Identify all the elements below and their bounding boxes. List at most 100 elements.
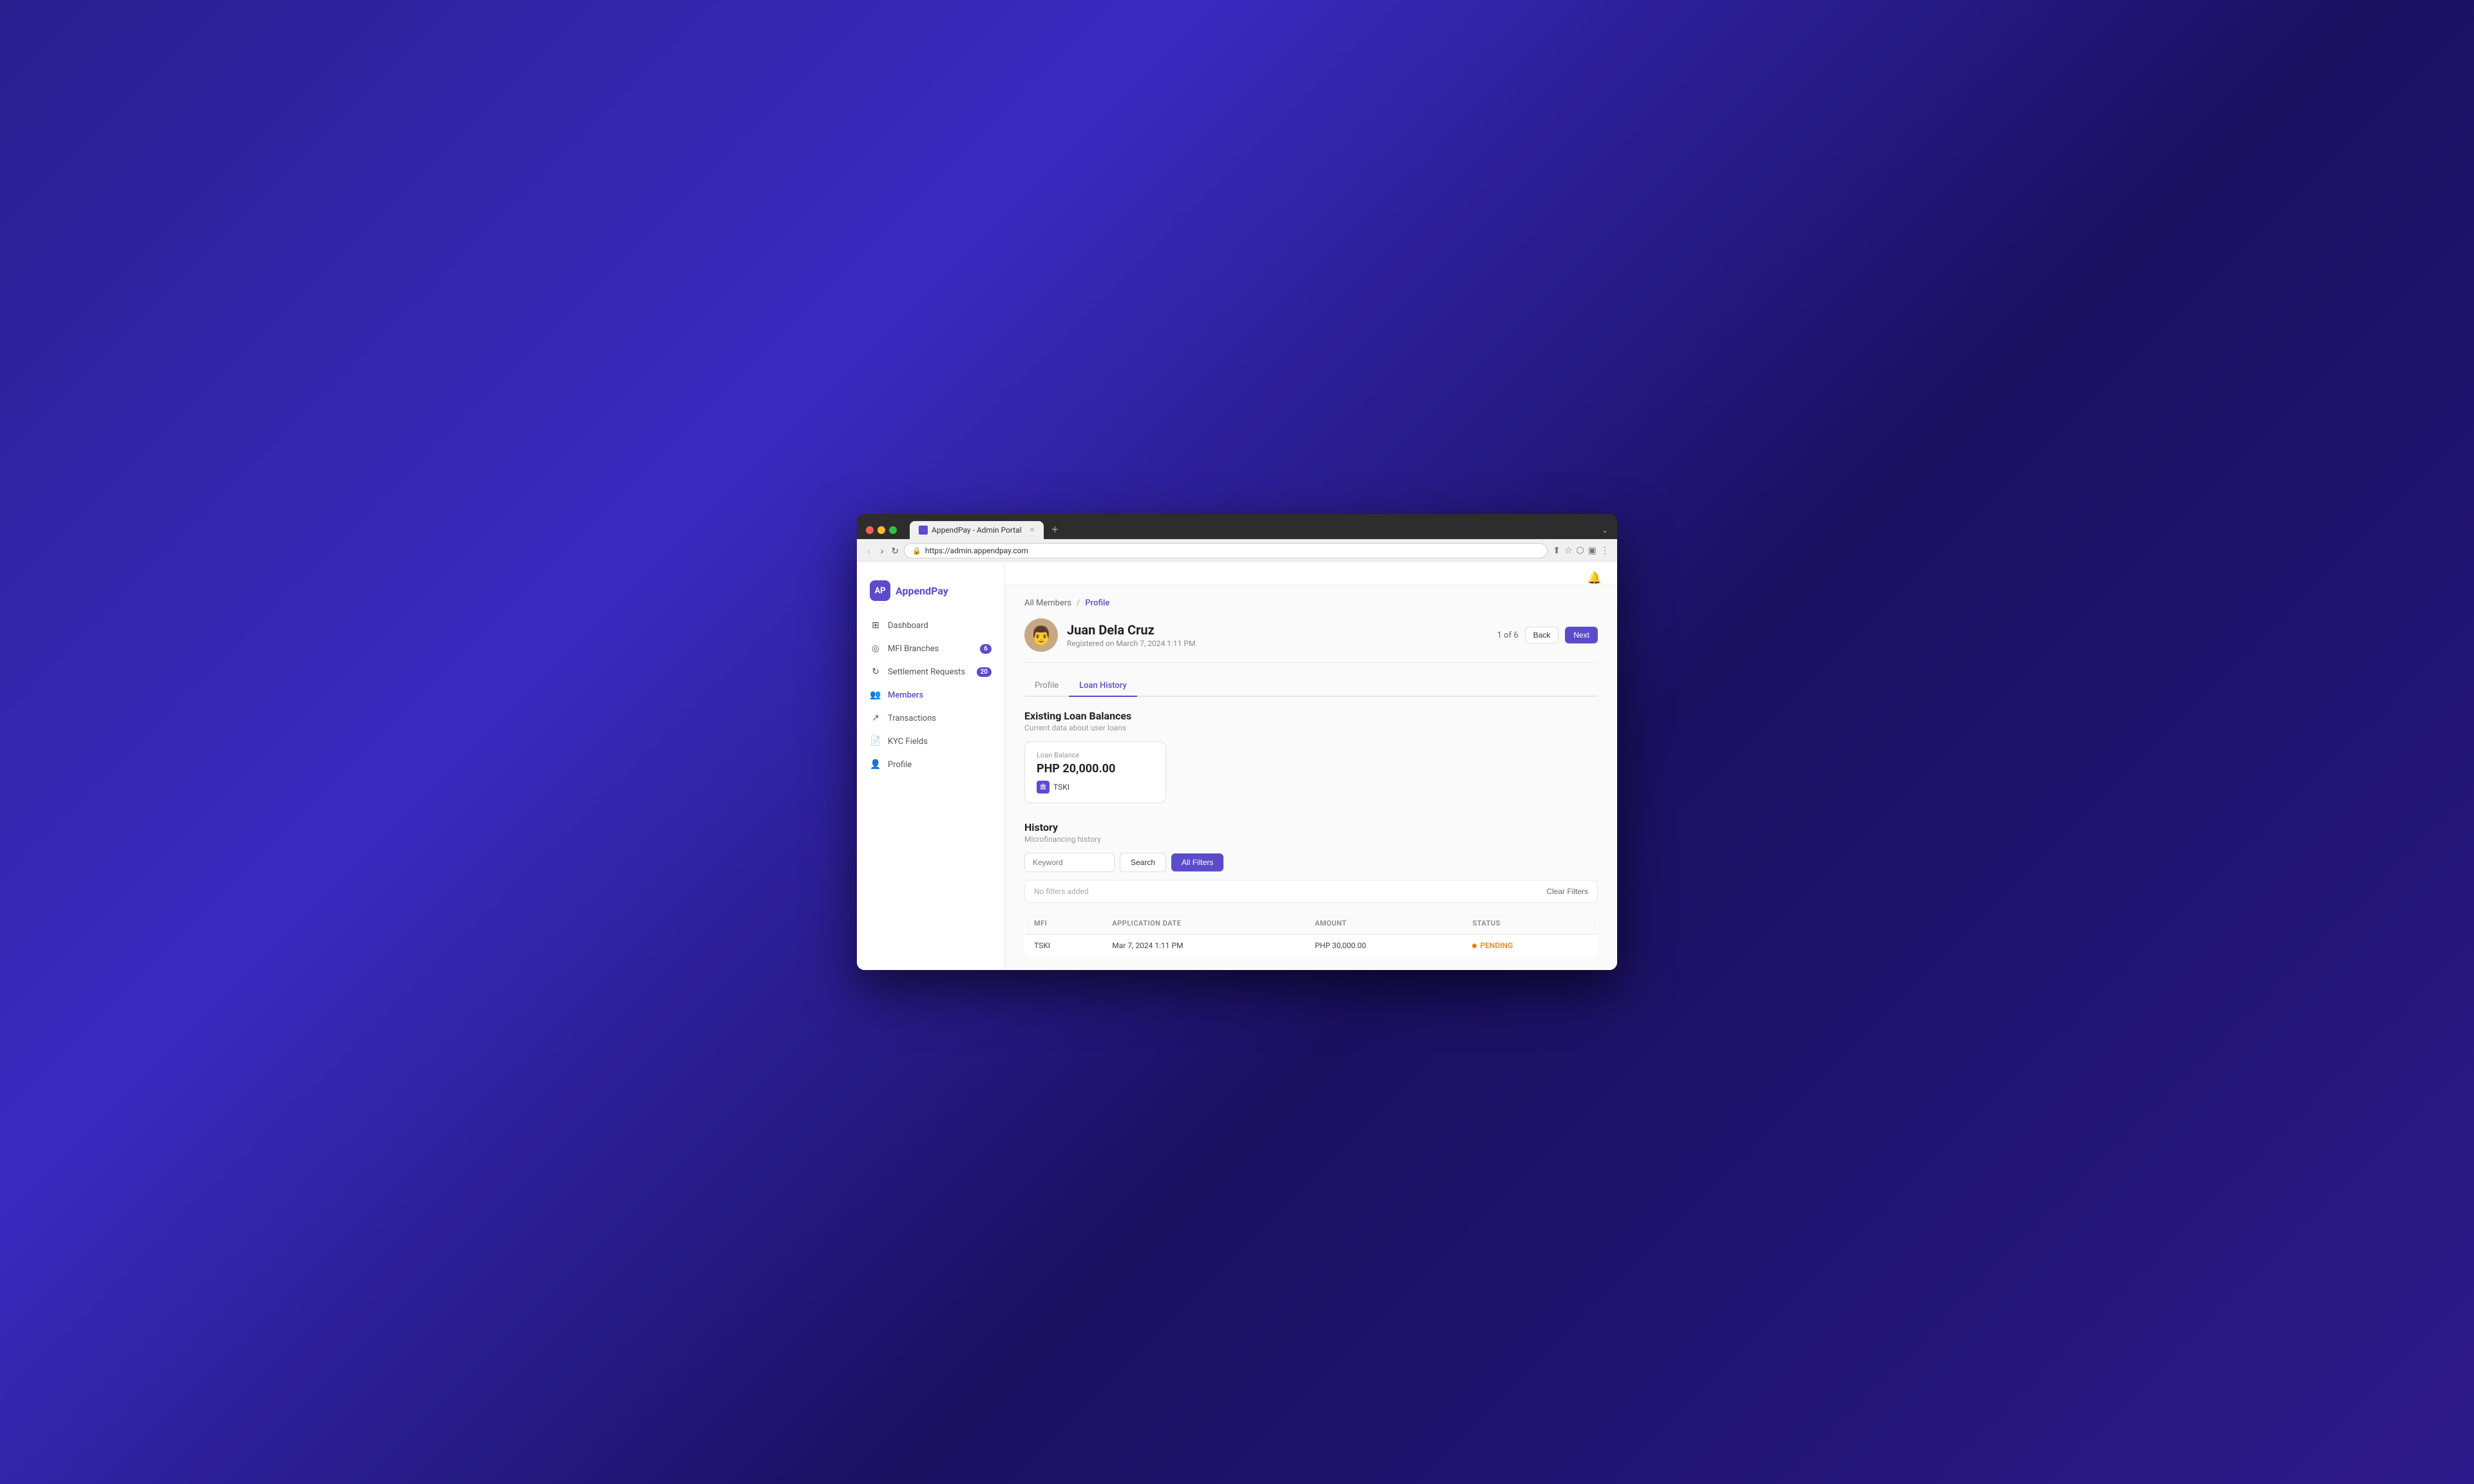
avatar: 👨: [1024, 618, 1058, 652]
kyc-icon: 📄: [870, 736, 881, 747]
forward-nav-button[interactable]: ›: [878, 544, 887, 557]
logo-icon: AP: [870, 580, 890, 601]
loan-balances-section: Existing Loan Balances Current data abou…: [1024, 710, 1598, 803]
new-tab-button[interactable]: +: [1046, 520, 1064, 539]
sidebar-item-mfi-branches-label: MFI Branches: [888, 644, 939, 654]
toolbar-icons: ⬆ ☆ ⬡ ▣ ⋮: [1553, 546, 1609, 556]
back-nav-button[interactable]: ‹: [865, 544, 873, 557]
tabs-bar: Profile Loan History: [1024, 676, 1598, 697]
address-bar[interactable]: 🔒 https://admin.appendpay.com: [904, 543, 1548, 558]
window-controls: ⌄: [1602, 526, 1608, 535]
menu-icon[interactable]: ⋮: [1600, 546, 1609, 556]
app-container: AP AppendPay ⊞ Dashboard ◎ MFI Branches …: [857, 562, 1617, 970]
history-subtitle: Microfinancing history: [1024, 835, 1598, 844]
card-org: 🏛 TSKI: [1037, 781, 1154, 794]
table-body: TSKI Mar 7, 2024 1:11 PM PHP 30,000.00 P…: [1025, 935, 1598, 957]
cell-amount: PHP 30,000.00: [1306, 935, 1464, 957]
share-icon[interactable]: ⬆: [1553, 546, 1560, 556]
profile-icon: 👤: [870, 759, 881, 770]
breadcrumb-parent[interactable]: All Members: [1024, 598, 1071, 608]
breadcrumb-current: Profile: [1085, 598, 1109, 608]
profile-back-button[interactable]: Back: [1525, 627, 1559, 643]
breadcrumb: All Members / Profile: [1024, 598, 1598, 608]
traffic-lights: [866, 526, 897, 534]
card-amount: PHP 20,000.00: [1037, 762, 1154, 775]
table-header: MFI APPLICATION DATE AMOUNT STATUS: [1025, 913, 1598, 935]
tab-loan-history[interactable]: Loan History: [1069, 676, 1137, 697]
mfi-branches-badge: 6: [980, 644, 992, 654]
loan-balance-card: Loan Balance PHP 20,000.00 🏛 TSKI: [1024, 741, 1166, 803]
status-badge: PENDING: [1472, 941, 1588, 950]
filter-bar-empty-text: No filters added: [1034, 887, 1089, 896]
loan-balances-title: Existing Loan Balances: [1024, 710, 1598, 722]
all-filters-button[interactable]: All Filters: [1171, 853, 1223, 871]
loan-balances-subtitle: Current data about user loans: [1024, 723, 1598, 732]
search-row: Search All Filters: [1024, 853, 1598, 872]
profile-registered-date: Registered on March 7, 2024 1:11 PM: [1067, 639, 1497, 648]
profile-pagination-count: 1 of 6: [1497, 631, 1519, 640]
browser-toolbar: ‹ › ↻ 🔒 https://admin.appendpay.com ⬆ ☆ …: [857, 539, 1617, 562]
bookmark-icon[interactable]: ☆: [1564, 546, 1573, 556]
status-text: PENDING: [1480, 941, 1513, 950]
history-section: History Microfinancing history Search Al…: [1024, 821, 1598, 957]
clear-filters-button[interactable]: Clear Filters: [1546, 887, 1588, 896]
lock-icon: 🔒: [912, 547, 921, 555]
sidebar-item-mfi-branches[interactable]: ◎ MFI Branches 6: [857, 637, 1004, 660]
split-view-icon[interactable]: ▣: [1588, 546, 1597, 556]
cell-status: PENDING: [1463, 935, 1597, 957]
tab-bar: AppendPay - Admin Portal ✕ +: [910, 520, 1595, 539]
sidebar-item-members[interactable]: 👥 Members: [857, 683, 1004, 707]
main-topbar: 🔔: [1005, 562, 1617, 585]
col-application-date: APPLICATION DATE: [1103, 913, 1306, 935]
history-table: MFI APPLICATION DATE AMOUNT STATUS TSKI …: [1024, 912, 1598, 957]
tab-profile[interactable]: Profile: [1024, 676, 1069, 697]
tab-title: AppendPay - Admin Portal: [932, 526, 1022, 535]
search-button[interactable]: Search: [1120, 853, 1166, 872]
sidebar-item-settlement-label: Settlement Requests: [888, 667, 965, 677]
logo-area: AP AppendPay: [857, 575, 1004, 614]
sidebar-item-settlement-requests[interactable]: ↻ Settlement Requests 20: [857, 660, 1004, 683]
settlement-icon: ↻: [870, 667, 881, 677]
card-label: Loan Balance: [1037, 751, 1154, 759]
filter-bar: No filters added Clear Filters: [1024, 880, 1598, 903]
sidebar-item-dashboard-label: Dashboard: [888, 621, 928, 631]
profile-info: Juan Dela Cruz Registered on March 7, 20…: [1067, 622, 1497, 648]
breadcrumb-separator: /: [1077, 598, 1080, 608]
url-text: https://admin.appendpay.com: [925, 546, 1028, 555]
close-button[interactable]: [866, 526, 874, 534]
sidebar-item-dashboard[interactable]: ⊞ Dashboard: [857, 614, 1004, 637]
main-wrapper: 🔔 All Members / Profile 👨 Juan Dela Cruz: [1005, 562, 1617, 970]
mfi-branches-icon: ◎: [870, 643, 881, 654]
notification-bell-icon[interactable]: 🔔: [1587, 571, 1602, 585]
sidebar-item-transactions-label: Transactions: [888, 714, 936, 723]
sidebar: AP AppendPay ⊞ Dashboard ◎ MFI Branches …: [857, 562, 1005, 970]
tab-favicon: [919, 526, 928, 535]
profile-next-button[interactable]: Next: [1565, 627, 1598, 643]
col-mfi: MFI: [1025, 913, 1104, 935]
minimize-button[interactable]: [877, 526, 885, 534]
reload-button[interactable]: ↻: [891, 546, 899, 556]
active-tab[interactable]: AppendPay - Admin Portal ✕: [910, 521, 1044, 539]
members-icon: 👥: [870, 690, 881, 700]
main-content: All Members / Profile 👨 Juan Dela Cruz R…: [1005, 585, 1617, 970]
org-icon: 🏛: [1037, 781, 1050, 794]
keyword-input[interactable]: [1024, 853, 1115, 872]
sidebar-item-members-label: Members: [888, 690, 923, 700]
fullscreen-button[interactable]: [889, 526, 897, 534]
sidebar-item-transactions[interactable]: ↗ Transactions: [857, 707, 1004, 730]
profile-navigation: 1 of 6 Back Next: [1497, 627, 1598, 643]
extensions-icon[interactable]: ⬡: [1577, 546, 1584, 556]
tab-close-icon[interactable]: ✕: [1030, 527, 1035, 534]
sidebar-item-profile-label: Profile: [888, 760, 912, 770]
sidebar-item-kyc-fields[interactable]: 📄 KYC Fields: [857, 730, 1004, 753]
table-row[interactable]: TSKI Mar 7, 2024 1:11 PM PHP 30,000.00 P…: [1025, 935, 1598, 957]
col-status: STATUS: [1463, 913, 1597, 935]
dashboard-icon: ⊞: [870, 620, 881, 631]
sidebar-item-profile[interactable]: 👤 Profile: [857, 753, 1004, 776]
transactions-icon: ↗: [870, 713, 881, 723]
browser-titlebar: AppendPay - Admin Portal ✕ + ⌄: [857, 514, 1617, 539]
cell-application-date: Mar 7, 2024 1:11 PM: [1103, 935, 1306, 957]
status-dot-icon: [1472, 944, 1477, 948]
org-name: TSKI: [1053, 783, 1069, 792]
profile-header: 👨 Juan Dela Cruz Registered on March 7, …: [1024, 618, 1598, 663]
